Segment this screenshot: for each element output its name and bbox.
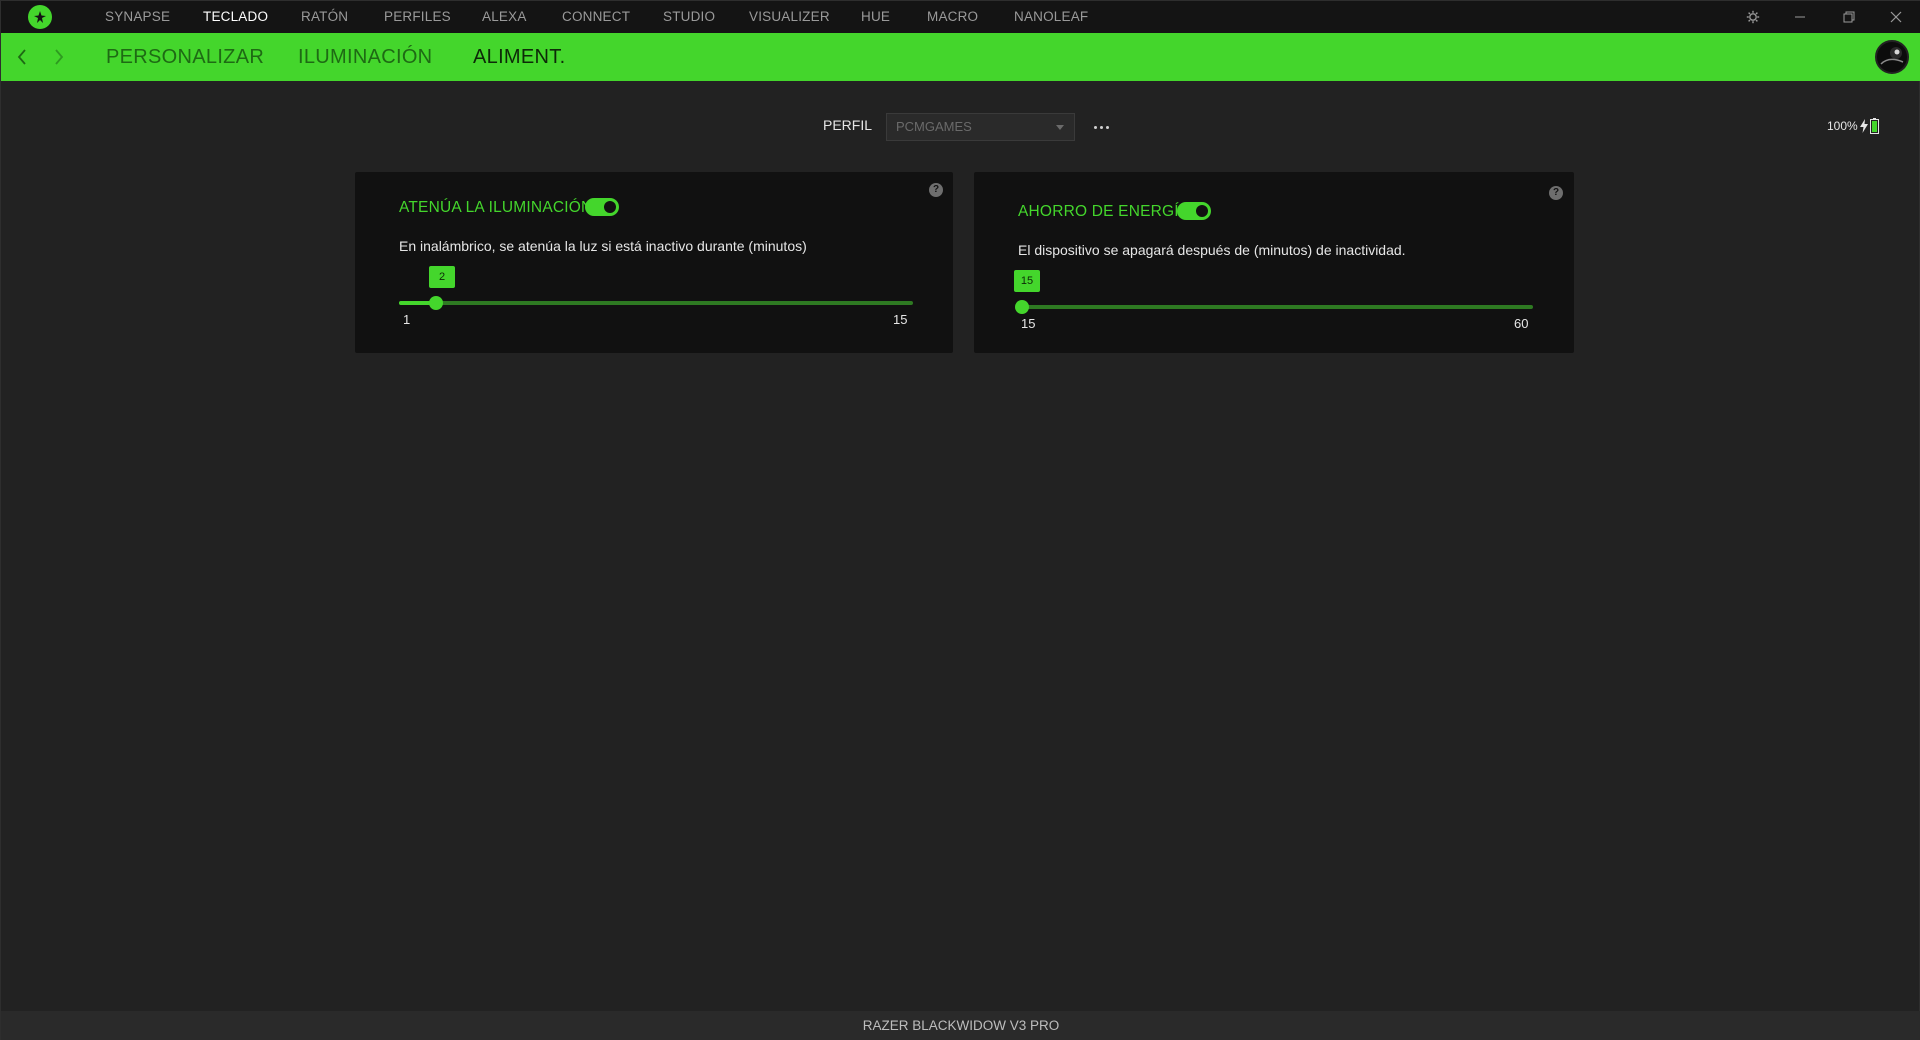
avatar[interactable] — [1875, 40, 1909, 74]
power-slider-value-bubble: 15 — [1014, 270, 1040, 292]
minimize-icon[interactable] — [1788, 5, 1812, 29]
nav-item-connect[interactable]: CONNECT — [562, 1, 630, 33]
nav-item-nanoleaf[interactable]: NANOLEAF — [1014, 1, 1088, 33]
power-saving-title: AHORRO DE ENERGÍA — [1018, 203, 1190, 220]
power-slider-min: 15 — [1021, 316, 1036, 331]
profile-dropdown[interactable]: PCMGAMES — [886, 113, 1075, 141]
profile-dropdown-value: PCMGAMES — [896, 119, 972, 134]
razer-logo-icon[interactable] — [28, 5, 52, 29]
power-saving-card: AHORRO DE ENERGÍA ? El dispositivo se ap… — [974, 172, 1574, 353]
gear-icon[interactable] — [1741, 5, 1765, 29]
power-saving-toggle[interactable] — [1177, 202, 1211, 220]
dim-slider-min: 1 — [403, 312, 411, 327]
device-name-footer: RAZER BLACKWIDOW V3 PRO — [1, 1011, 1920, 1040]
dim-slider-thumb[interactable] — [428, 296, 443, 310]
dim-lighting-title: ATENÚA LA ILUMINACIÓN — [399, 199, 593, 216]
close-icon[interactable] — [1884, 5, 1908, 29]
sub-nav-bar: PERSONALIZAR ILUMINACIÓN ALIMENT. — [1, 33, 1920, 81]
tab-aliment[interactable]: ALIMENT. — [473, 33, 565, 81]
nav-item-alexa[interactable]: ALEXA — [482, 1, 527, 33]
nav-item-teclado[interactable]: TECLADO — [203, 1, 268, 33]
tab-iluminacion[interactable]: ILUMINACIÓN — [298, 33, 432, 81]
more-options-icon[interactable] — [1089, 117, 1113, 137]
battery-icon — [1869, 118, 1879, 134]
restore-icon[interactable] — [1837, 5, 1861, 29]
dim-lighting-toggle[interactable] — [585, 198, 619, 216]
power-slider-thumb[interactable] — [1015, 300, 1029, 314]
nav-item-macro[interactable]: MACRO — [927, 1, 978, 33]
nav-item-studio[interactable]: STUDIO — [663, 1, 715, 33]
battery-percent: 100% — [1827, 119, 1858, 133]
charging-bolt-icon — [1859, 119, 1868, 133]
nav-item-raton[interactable]: RATÓN — [301, 1, 348, 33]
dim-lighting-description: En inalámbrico, se atenúa la luz si está… — [399, 238, 807, 254]
tab-personalizar[interactable]: PERSONALIZAR — [106, 33, 264, 81]
back-arrow-icon[interactable] — [12, 45, 32, 69]
nav-item-synapse[interactable]: SYNAPSE — [105, 1, 170, 33]
battery-status: 100% — [1827, 118, 1879, 134]
nav-item-perfiles[interactable]: PERFILES — [384, 1, 451, 33]
help-icon[interactable]: ? — [1549, 186, 1563, 200]
profile-label: PERFIL — [823, 117, 873, 133]
help-icon[interactable]: ? — [929, 183, 943, 197]
dim-slider-value-bubble: 2 — [429, 266, 455, 288]
chevron-down-icon — [1056, 125, 1064, 130]
nav-item-hue[interactable]: HUE — [861, 1, 890, 33]
dim-slider-max: 15 — [893, 312, 908, 327]
power-slider-max: 60 — [1514, 316, 1529, 331]
top-nav-bar: SYNAPSE TECLADO RATÓN PERFILES ALEXA CON… — [1, 1, 1920, 33]
app-window: SYNAPSE TECLADO RATÓN PERFILES ALEXA CON… — [0, 0, 1920, 1040]
power-slider-track[interactable] — [1018, 305, 1533, 309]
forward-arrow-icon[interactable] — [49, 45, 69, 69]
nav-item-visualizer[interactable]: VISUALIZER — [749, 1, 830, 33]
dim-slider-track[interactable] — [399, 301, 913, 305]
power-saving-description: El dispositivo se apagará después de (mi… — [1018, 242, 1406, 258]
dim-lighting-card: ATENÚA LA ILUMINACIÓN ? En inalámbrico, … — [355, 172, 953, 353]
